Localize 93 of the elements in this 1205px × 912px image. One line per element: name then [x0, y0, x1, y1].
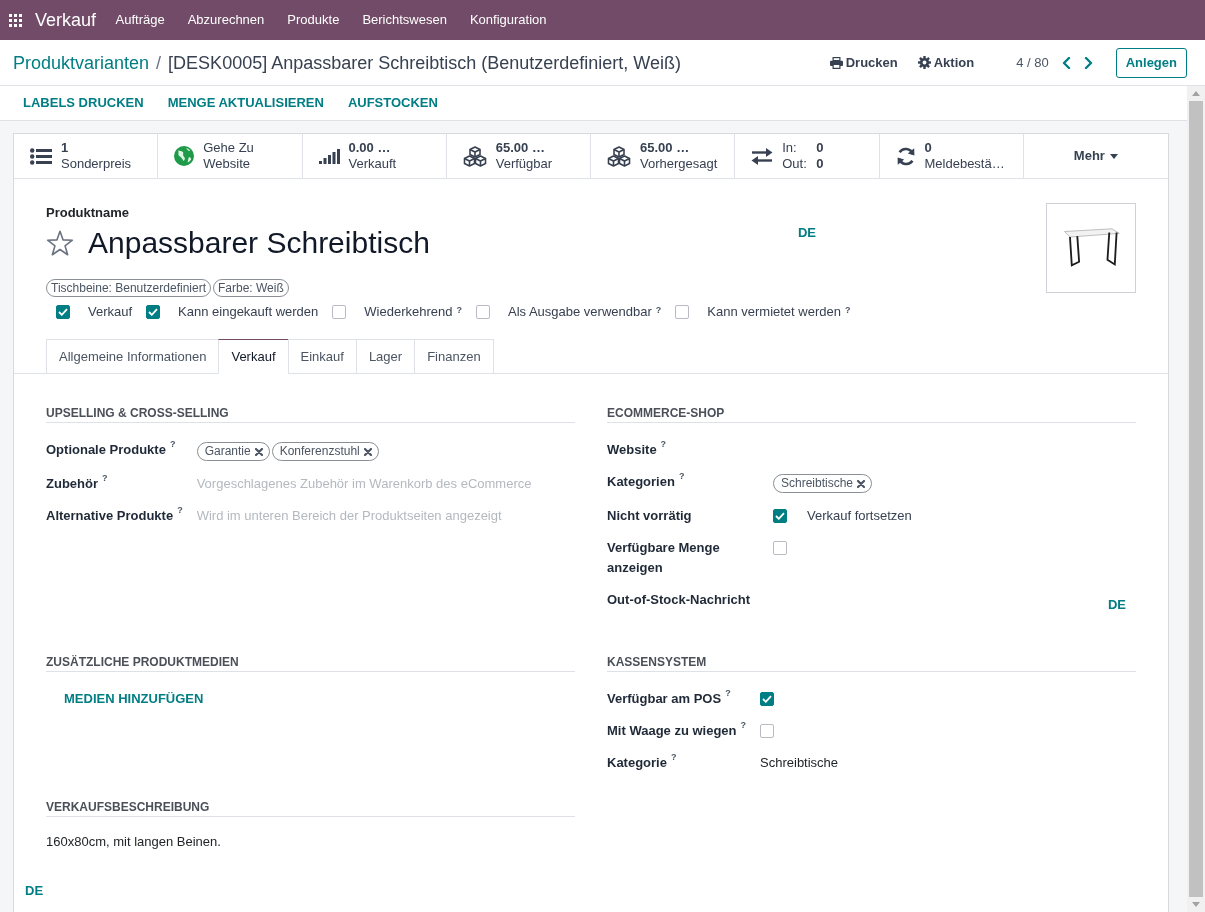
help-mark: ?: [169, 438, 176, 449]
breadcrumb-current: [DESK0005] Anpassbarer Schreibtisch (Benutzerdefiniert, Weiß): [168, 51, 682, 75]
language-button[interactable]: DE: [25, 881, 44, 901]
nav-menu-item[interactable]: Berichtswesen: [350, 10, 459, 30]
star-icon[interactable]: [46, 230, 74, 257]
field-label: Produktname: [46, 204, 131, 222]
input-field[interactable]: Wird im unteren Bereich der Produktseiten angezeigt: [196, 506, 575, 526]
checkbox-label: Verkauf: [88, 303, 133, 321]
remove-icon[interactable]: [363, 447, 372, 456]
field-label: Optionale Produkte: [46, 442, 166, 457]
remove-icon[interactable]: [254, 447, 263, 456]
field-label: Out-of-Stock-Nachricht: [607, 592, 750, 607]
checkbox-label: Kann vermietet werden: [707, 303, 841, 321]
help-mark: ?: [102, 472, 108, 483]
checkbox[interactable]: [773, 541, 787, 555]
tab[interactable]: Allgemeine Informationen: [46, 339, 220, 374]
tag-label: Schreibtische: [781, 475, 854, 492]
grid-menu-icon[interactable]: [9, 13, 22, 27]
pager-value[interactable]: 4 / 80: [1016, 55, 1049, 70]
checkbox[interactable]: [146, 305, 161, 319]
checkbox[interactable]: [760, 692, 775, 706]
checkbox[interactable]: [675, 305, 690, 319]
language-button[interactable]: DE: [797, 223, 816, 243]
input-field[interactable]: Vorgeschlagenes Zubehör im Warenkorb des eCommerce: [196, 474, 575, 494]
checkbox[interactable]: [332, 305, 347, 319]
checkbox-label: Verkauf fortsetzen: [807, 507, 912, 525]
checkbox-label: Wiederkehrend: [364, 303, 453, 321]
caret-icon: [1109, 153, 1118, 159]
description-field[interactable]: 160x80cm, mit langen Beinen.: [46, 832, 575, 852]
tab[interactable]: Verkauf: [218, 339, 289, 374]
toolbar-button[interactable]: MENGE AKTUALISIEREN: [155, 93, 336, 113]
cubes-icon: [607, 145, 631, 167]
checkbox[interactable]: [475, 305, 490, 319]
print-button[interactable]: Drucken: [819, 52, 908, 73]
refresh-icon: [895, 146, 916, 166]
create-button[interactable]: Anlegen: [1115, 47, 1187, 78]
gear-icon: [917, 56, 931, 69]
product-image[interactable]: [1046, 203, 1136, 293]
field-value[interactable]: Schreibtische: [760, 753, 839, 773]
checkbox[interactable]: [56, 305, 70, 319]
field-label: Kategorie: [607, 755, 667, 770]
field-label: Zubehör: [46, 476, 98, 491]
tag-label: Konferenzstuhl: [279, 443, 360, 460]
field-label: Website: [607, 442, 657, 457]
field-label: Verfügbare Menge anzeigen: [607, 540, 720, 575]
action-button[interactable]: Aktion: [907, 52, 985, 73]
globe-icon: [174, 146, 195, 166]
section-heading: KASSENSYSTEM: [607, 654, 1136, 672]
section-heading: VERKAUFSBESCHREIBUNG: [46, 799, 575, 817]
help-mark: ?: [725, 687, 731, 698]
exchange-arrows-icon: [751, 147, 774, 165]
checkbox[interactable]: [760, 724, 775, 738]
nav-menu-item[interactable]: Abzurechnen: [176, 10, 276, 30]
checkbox-label: Als Ausgabe verwendbar: [507, 303, 652, 321]
help-mark: ?: [177, 504, 183, 515]
field-label: Nicht vorrätig: [607, 508, 692, 523]
scrollbar-thumb[interactable]: [1189, 101, 1203, 897]
cubes-icon: [462, 145, 487, 167]
checkbox-label: Kann eingekauft werden: [178, 303, 319, 321]
nav-menu-item[interactable]: Konfiguration: [458, 10, 559, 30]
breadcrumb-link[interactable]: Produktvarianten: [13, 50, 150, 75]
remove-icon[interactable]: [857, 479, 866, 488]
help-mark: ?: [740, 719, 747, 730]
toolbar-button[interactable]: AUFSTOCKEN: [335, 93, 450, 113]
breadcrumb-separator: /: [156, 51, 162, 75]
field-label: Mit Waage zu wiegen: [607, 723, 737, 738]
field-label: Kategorien: [607, 474, 675, 489]
section-heading: ECOMMERCE-SHOP: [607, 405, 1136, 423]
field-label: Alternative Produkte: [46, 508, 174, 523]
message-field[interactable]: DE: [773, 590, 1136, 628]
nav-menu-item[interactable]: Aufträge: [104, 10, 177, 30]
help-mark: ?: [678, 470, 685, 481]
list-icon: [30, 147, 52, 165]
chevron-left-icon[interactable]: [1061, 56, 1071, 69]
tab[interactable]: Finanzen: [414, 339, 494, 374]
section-heading: UPSELLING & CROSS-SELLING: [46, 405, 575, 423]
help-mark: ?: [660, 438, 667, 449]
section-heading: ZUSÄTZLICHE PRODUKTMEDIEN: [46, 654, 575, 672]
tag-label: Garantie: [204, 443, 251, 460]
form-sheet: 1 Sonderpreis Gehe Zu Website 0.00 … Verkauft 65.00 … Verfügbar 65.00 … Vorhergesagt In: 0 Out: 0 0 Meldebestä… Mehr Produktname Anpassbarer Schreibtisch DE Tischbeine: Benutzerdefiniert Farbe: Weiß Verkauf Kann eingekauft werden Wiederkehrend $^{?}$ Als Ausgabe verwendbar $^{?}$ Kann vermietet werden $^{?}$ Allgemeine Informationen Verkauf Einkauf Lager Finanzen UPSELLING & CROSS-SELLING Optionale Produkte $^{?}$ Garantie Konferenzstuhl Zubehör $^{?}$ Vorgeschlagenes Zubehör im Warenkorb des eCommerce Alternative Produkte $^{?}$ Wird im unteren Bereich der Produktseiten angezeigt ECOMMERCE-SHOP Website $^{?}$ Kategorien $^{?}$ Schreibtische Nicht vorrätig Verkauf fortsetzen Verfügbare Menge anzeigen Out-of-Stock-Nachricht DE ZUSÄTZLICHE PRODUKTMEDIEN MEDIEN HINZUFÜGEN KASSENSYSTEM Verfügbar am POS $^{?}$ Mit Waage zu wiegen $^{?}$ Kategorie $^{?}$ Schreibtische VERKAUFSBESCHREIBUNG 160x80cm, mit langen Beinen. DE: [13, 133, 1169, 912]
language-button[interactable]: DE: [1107, 595, 1126, 615]
app-name[interactable]: Verkauf: [35, 8, 97, 32]
chevron-right-icon[interactable]: [1083, 56, 1093, 69]
checkbox[interactable]: [773, 509, 787, 523]
tab[interactable]: Einkauf: [287, 339, 357, 374]
help-mark: ?: [670, 751, 677, 762]
add-media-button[interactable]: MEDIEN HINZUFÜGEN: [46, 683, 222, 715]
printer-icon: [829, 56, 843, 69]
nav-menu-item[interactable]: Produkte: [275, 10, 351, 30]
toolbar-button[interactable]: LABELS DRUCKEN: [11, 93, 156, 113]
product-name-field[interactable]: Anpassbarer Schreibtisch: [88, 223, 798, 263]
field-label: Verfügbar am POS: [607, 691, 722, 706]
signal-bars-icon: [318, 148, 340, 164]
